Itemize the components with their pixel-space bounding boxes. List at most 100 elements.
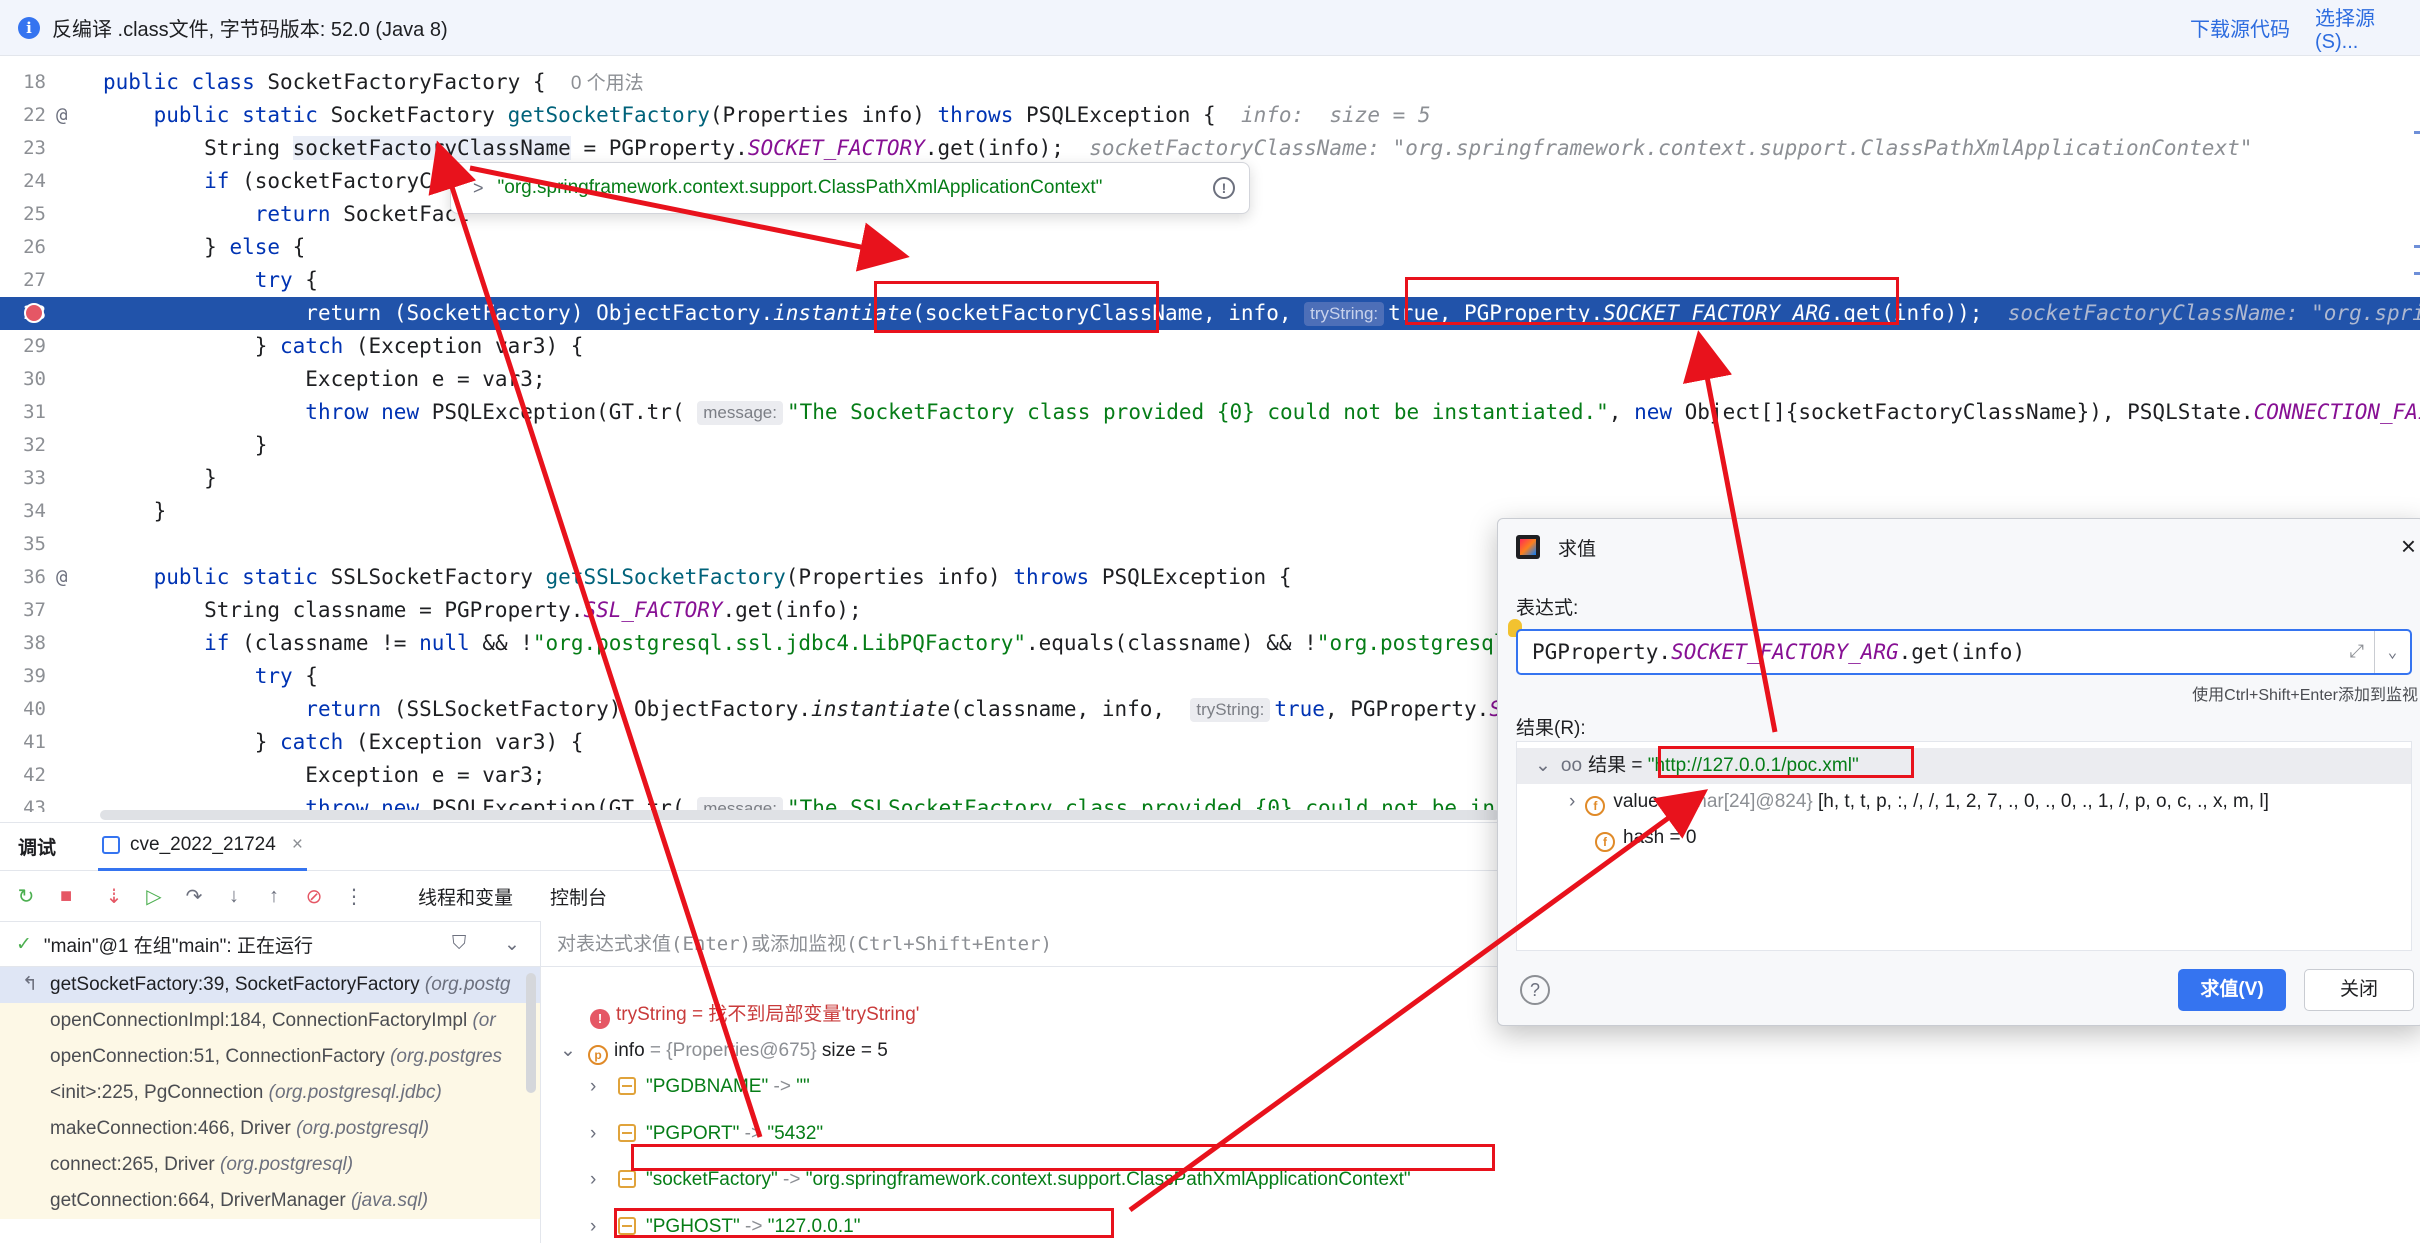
dialog-header: 求值 × — [1498, 519, 2420, 575]
mute-breakpoints-icon[interactable]: ⊘ — [300, 882, 328, 910]
stack-frame[interactable]: ↰ getSocketFactory:39, SocketFactoryFact… — [0, 967, 540, 1003]
tab-console[interactable]: 控制台 — [550, 883, 607, 910]
close-button[interactable]: 关闭 — [2304, 969, 2414, 1011]
map-entry-icon — [618, 1077, 636, 1095]
expand-down-icon[interactable]: ⌄ — [560, 1033, 588, 1069]
line-number[interactable]: 18 — [0, 66, 46, 99]
line-number[interactable]: 34 — [0, 495, 46, 528]
value-tooltip[interactable]: > "org.springframework.context.support.C… — [450, 162, 1250, 214]
line-number[interactable]: 23 — [0, 132, 46, 165]
stack-frame[interactable]: connect:265, Driver (org.postgresql) — [0, 1147, 540, 1183]
stack-frame[interactable]: openConnectionImpl:184, ConnectionFactor… — [0, 1003, 540, 1039]
code-line[interactable]: 23 String socketFactoryClassName = PGPro… — [0, 132, 2420, 165]
line-number[interactable]: 32 — [0, 429, 46, 462]
expression-input[interactable]: PGProperty.SOCKET_FACTORY_ARG.get(info) … — [1516, 629, 2412, 675]
expand-chevron-icon[interactable]: > — [473, 178, 484, 199]
decompiled-banner: i 反编译 .class文件, 字节码版本: 52.0 (Java 8) 下载源… — [0, 0, 2420, 56]
code-text: public class SocketFactoryFactory { 0 个用… — [103, 66, 644, 100]
result-row[interactable]: ⌄ oo 结果 = "http://127.0.0.1/poc.xml" — [1517, 748, 2411, 784]
line-number[interactable]: 39 — [0, 660, 46, 693]
stop-icon[interactable]: ■ — [52, 882, 80, 910]
exclamation-icon[interactable]: ! — [1213, 177, 1235, 199]
more-icon[interactable]: ⋮ — [340, 882, 368, 910]
stack-frame[interactable]: <init>:225, PgConnection (org.postgresql… — [0, 1075, 540, 1111]
stack-frame[interactable]: makeConnection:466, Driver (org.postgres… — [0, 1111, 540, 1147]
close-tab-icon[interactable]: × — [292, 834, 303, 856]
code-line[interactable]: 32 } — [0, 429, 2420, 462]
line-number[interactable]: 36 — [0, 561, 46, 594]
code-line[interactable]: 26 } else { — [0, 231, 2420, 264]
var-info[interactable]: ⌄ p info = {Properties@675} size = 5 — [560, 1033, 888, 1069]
stack-frame[interactable]: openConnection:51, ConnectionFactory (or… — [0, 1039, 540, 1075]
code-line[interactable]: 33 } — [0, 462, 2420, 495]
tab-run-config[interactable]: cve_2022_21724 × — [98, 823, 307, 871]
expand-right-icon[interactable]: › — [590, 1069, 618, 1105]
override-marker-icon[interactable]: @ — [56, 561, 67, 594]
splitter[interactable] — [540, 921, 541, 1243]
var-size: size = 5 — [816, 1040, 888, 1061]
line-number[interactable]: 38 — [0, 627, 46, 660]
expand-down-icon[interactable]: ⌄ — [1535, 755, 1551, 776]
code-token: && ! — [482, 631, 533, 655]
step-over-icon[interactable]: ↷ — [180, 882, 208, 910]
line-number[interactable]: 25 — [0, 198, 46, 231]
close-icon[interactable]: × — [2401, 531, 2416, 562]
step-out-icon[interactable]: ↑ — [260, 882, 288, 910]
breakpoint-icon[interactable] — [24, 303, 44, 323]
line-number[interactable]: 24 — [0, 165, 46, 198]
step-into-red-icon[interactable]: ⇣ — [100, 882, 128, 910]
value-row[interactable]: › f value = {char[24]@824} [h, t, t, p, :,… — [1517, 784, 2411, 820]
frames-scrollbar[interactable] — [526, 973, 536, 1093]
download-source-link[interactable]: 下载源代码 — [2190, 13, 2290, 42]
line-number[interactable]: 41 — [0, 726, 46, 759]
line-number[interactable]: 31 — [0, 396, 46, 429]
line-number[interactable]: 27 — [0, 264, 46, 297]
stack-frame[interactable]: getConnection:664, DriverManager (java.s… — [0, 1183, 540, 1219]
line-number[interactable]: 37 — [0, 594, 46, 627]
code-token: (classname != — [242, 631, 420, 655]
help-icon[interactable]: ? — [1520, 975, 1550, 1005]
filter-icon[interactable]: ⛉ — [452, 933, 466, 955]
override-marker-icon[interactable]: @ — [56, 99, 67, 132]
expand-right-icon[interactable]: › — [590, 1209, 618, 1243]
expand-right-icon[interactable]: › — [590, 1116, 618, 1152]
rerun-icon[interactable]: ↻ — [12, 882, 40, 910]
map-entry[interactable]: › "PGDBNAME" -> "" — [590, 1069, 810, 1105]
code-line[interactable]: 30 Exception e = var3; — [0, 363, 2420, 396]
line-number[interactable]: 35 — [0, 528, 46, 561]
step-into-icon[interactable]: ↓ — [220, 882, 248, 910]
line-number[interactable]: 43 — [0, 792, 46, 812]
resume-icon[interactable]: ▷ — [140, 882, 168, 910]
code-line[interactable]: 22 @ public static SocketFactory getSocke… — [0, 99, 2420, 132]
history-dropdown-icon[interactable]: ⌄ — [2374, 631, 2410, 673]
editor-horizontal-scrollbar[interactable] — [100, 810, 1500, 820]
code-line[interactable]: 18 public class SocketFactoryFactory { 0 … — [0, 66, 2420, 99]
code-line[interactable]: 28 return (SocketFactory) ObjectFactory.… — [0, 297, 2420, 330]
code-line[interactable]: 27 try { — [0, 264, 2420, 297]
tab-threads-variables[interactable]: 线程和变量 — [418, 883, 513, 910]
line-number[interactable]: 26 — [0, 231, 46, 264]
expr-prefix: PGProperty. — [1532, 640, 1672, 664]
line-number[interactable]: 30 — [0, 363, 46, 396]
line-number[interactable]: 29 — [0, 330, 46, 363]
choose-source-link[interactable]: 选择源 (S)... — [2315, 2, 2420, 54]
code-line[interactable]: 31 throw new PSQLException(GT.tr( messag… — [0, 396, 2420, 429]
line-number[interactable]: 42 — [0, 759, 46, 792]
evaluate-button[interactable]: 求值(V) — [2178, 969, 2286, 1011]
chevron-down-icon[interactable]: ⌄ — [504, 933, 520, 956]
expand-editor-icon[interactable]: ⤢ — [2350, 631, 2364, 673]
map-entry[interactable]: › "socketFactory" -> "org.springframework… — [590, 1162, 1411, 1198]
line-number[interactable]: 22 — [0, 99, 46, 132]
line-number[interactable]: 33 — [0, 462, 46, 495]
hash-row[interactable]: f hash = 0 — [1517, 820, 2411, 856]
entry-key: "PGHOST" — [646, 1215, 740, 1237]
map-entry[interactable]: › "PGHOST" -> "127.0.0.1" — [590, 1209, 860, 1243]
expand-right-icon[interactable]: › — [1569, 791, 1575, 812]
line-number[interactable]: 40 — [0, 693, 46, 726]
code-token: catch — [280, 334, 356, 358]
code-line[interactable]: 29 } catch (Exception var3) { — [0, 330, 2420, 363]
thread-selector[interactable]: ✓ "main"@1 在组"main": 正在运行 ⛉ ⌄ — [0, 921, 540, 967]
expand-right-icon[interactable]: › — [590, 1162, 618, 1198]
var-trystring[interactable]: ! tryString = 找不到局部变量'tryString' — [590, 997, 919, 1033]
map-entry[interactable]: › "PGPORT" -> "5432" — [590, 1116, 823, 1152]
